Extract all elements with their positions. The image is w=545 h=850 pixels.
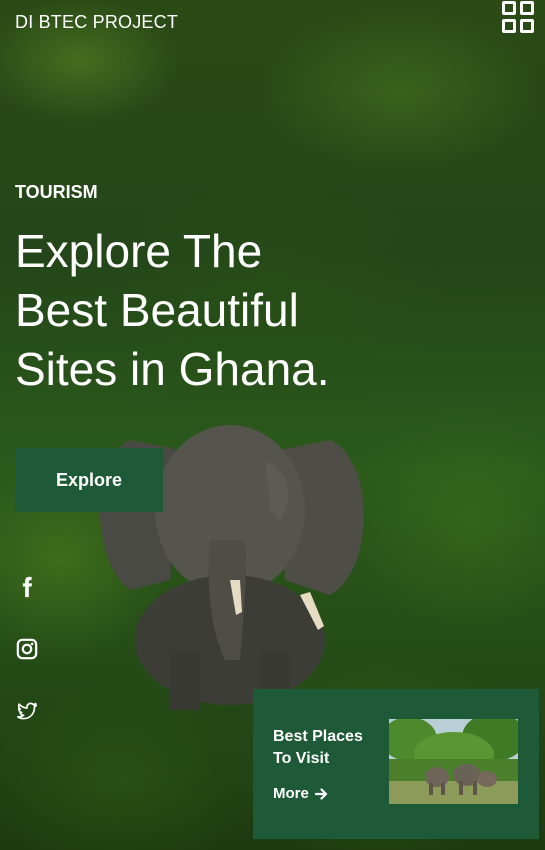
explore-button[interactable]: Explore bbox=[15, 448, 163, 512]
grid-cell bbox=[502, 1, 516, 15]
facebook-icon[interactable] bbox=[16, 576, 38, 598]
hero-headline: Explore The Best Beautiful Sites in Ghan… bbox=[15, 222, 395, 399]
grid-menu-icon[interactable] bbox=[502, 1, 534, 33]
twitter-icon[interactable] bbox=[16, 700, 38, 722]
instagram-icon[interactable] bbox=[16, 638, 38, 660]
headline-line: Sites in Ghana. bbox=[15, 343, 330, 395]
arrow-right-icon bbox=[314, 787, 327, 800]
more-link[interactable]: More bbox=[273, 785, 328, 802]
more-label: More bbox=[273, 785, 309, 802]
grid-cell bbox=[520, 19, 534, 33]
grid-cell bbox=[502, 19, 516, 33]
hero-kicker: TOURISM bbox=[15, 182, 98, 202]
best-places-card[interactable]: Best Places To Visit More bbox=[253, 689, 539, 839]
elephants-thumbnail bbox=[389, 719, 518, 804]
headline-line: Explore The bbox=[15, 225, 263, 277]
site-brand[interactable]: DI BTEC PROJECT bbox=[15, 12, 178, 33]
grid-cell bbox=[520, 1, 534, 15]
card-title: Best Places To Visit bbox=[273, 728, 363, 767]
headline-line: Best Beautiful bbox=[15, 284, 299, 336]
